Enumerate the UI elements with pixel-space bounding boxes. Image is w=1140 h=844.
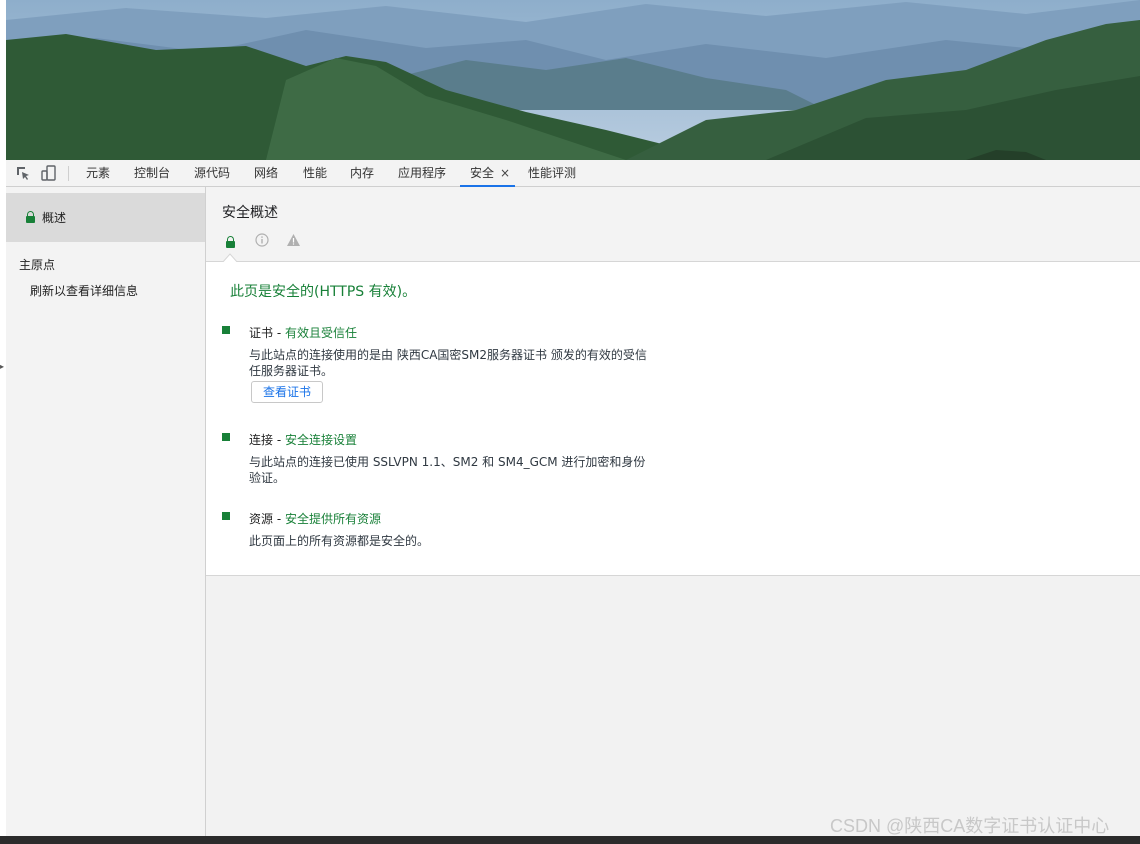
empty-panel-area [206, 576, 1140, 836]
security-sidebar: 概述 主原点 刷新以查看详细信息 [6, 187, 206, 836]
tab-console[interactable]: 控制台 [134, 160, 170, 186]
title-separator: - [273, 512, 285, 526]
page-title: 安全概述 [222, 205, 278, 221]
connection-status: 安全连接设置 [284, 433, 357, 447]
lock-icon [226, 236, 235, 249]
certificate-description: 与此站点的连接使用的是由 陕西CA国密SM2服务器证书 颁发的有效的受信任服务器… [249, 348, 647, 378]
close-tab-icon[interactable]: × [500, 160, 510, 187]
security-overview-header: 安全概述 [206, 187, 1140, 263]
resources-description: 此页面上的所有资源都是安全的。 [249, 534, 430, 548]
toolbar-separator [68, 166, 69, 181]
tab-memory[interactable]: 内存 [350, 160, 374, 186]
tab-security-label: 安全 [470, 166, 495, 180]
connection-status-indicator [222, 433, 230, 441]
warning-icon [287, 234, 300, 246]
inspect-element-icon[interactable] [15, 165, 31, 181]
certificate-label: 证书 [249, 326, 274, 340]
lock-icon [26, 211, 35, 224]
title-separator: - [273, 326, 285, 340]
view-certificate-button[interactable]: 查看证书 [251, 381, 323, 403]
tab-network[interactable]: 网络 [254, 160, 278, 186]
info-icon [255, 233, 269, 247]
bottom-edge-bar [0, 836, 1140, 844]
tab-performance[interactable]: 性能 [303, 160, 327, 186]
page-viewport-image [6, 0, 1140, 160]
tab-sources[interactable]: 源代码 [194, 160, 230, 186]
tab-application[interactable]: 应用程序 [398, 160, 446, 186]
device-toggle-icon[interactable] [41, 165, 57, 181]
resources-status: 安全提供所有资源 [284, 512, 381, 526]
connection-label: 连接 [249, 433, 274, 447]
sidebar-main-origin-heading: 主原点 [19, 258, 56, 272]
certificate-section-title: 证书 - 有效且受信任 [249, 324, 357, 341]
sidebar-refresh-hint: 刷新以查看详细信息 [30, 284, 139, 298]
connection-section-title: 连接 - 安全连接设置 [249, 431, 357, 448]
security-summary: 此页是安全的(HTTPS 有效)。 [230, 284, 417, 300]
expand-arrow-icon[interactable]: ▸ [0, 362, 4, 371]
sidebar-item-overview[interactable]: 概述 [6, 193, 205, 242]
devtools-tab-bar: 元素 控制台 源代码 网络 性能 内存 应用程序 安全 × 性能评测 [6, 160, 1140, 187]
tab-elements[interactable]: 元素 [86, 160, 110, 186]
certificate-status: 有效且受信任 [284, 326, 357, 340]
watermark-text: CSDN @陕西CA数字证书认证中心 [830, 816, 1110, 836]
mountain-landscape [6, 0, 1140, 160]
certificate-status-indicator [222, 326, 230, 334]
security-details-panel: 此页是安全的(HTTPS 有效)。 证书 - 有效且受信任 与此站点的连接使用的… [206, 262, 1140, 576]
tab-lighthouse[interactable]: 性能评测 [528, 160, 576, 186]
resources-section-title: 资源 - 安全提供所有资源 [249, 510, 381, 527]
sidebar-overview-label: 概述 [42, 211, 67, 225]
resources-status-indicator [222, 512, 230, 520]
connection-description: 与此站点的连接已使用 SSLVPN 1.1、SM2 和 SM4_GCM 进行加密… [249, 455, 646, 485]
resources-label: 资源 [249, 512, 274, 526]
title-separator: - [273, 433, 285, 447]
